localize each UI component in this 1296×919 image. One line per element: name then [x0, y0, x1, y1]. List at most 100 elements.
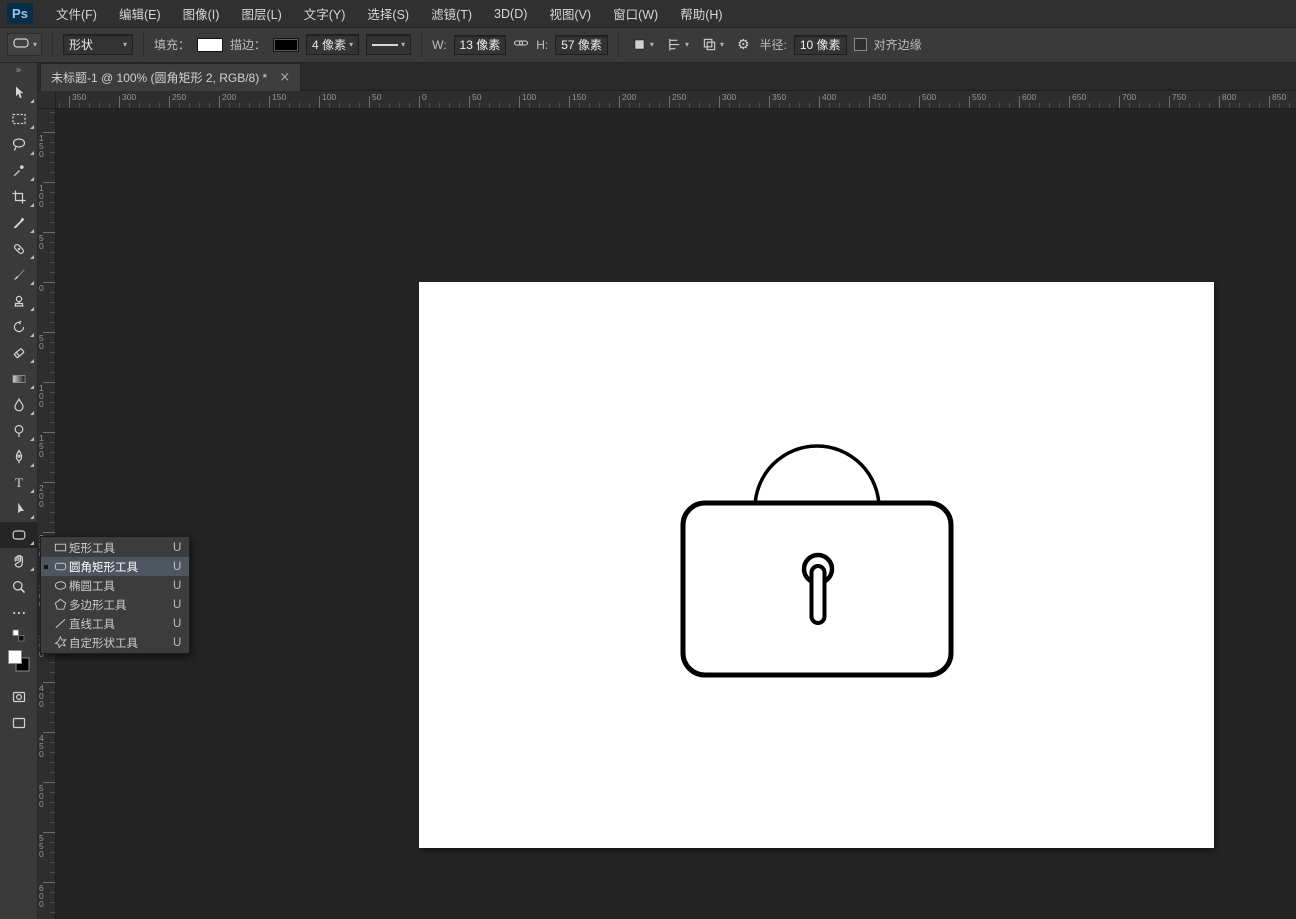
zoom-tool[interactable] — [0, 574, 37, 600]
vertical-ruler[interactable]: 1501005005010015020025030035040045050055… — [37, 108, 56, 919]
menu-help[interactable]: 帮助(H) — [669, 0, 733, 27]
pen-tool[interactable] — [0, 444, 37, 470]
tool-mode-select[interactable]: 形状 ▾ — [63, 34, 134, 55]
foreground-background-swatches[interactable] — [0, 646, 37, 676]
path-alignment-button[interactable]: ▾ — [664, 35, 692, 54]
divider — [52, 32, 54, 57]
gradient-tool[interactable] — [0, 366, 37, 392]
keyhole-stem-shape — [809, 564, 827, 625]
radius-value: 10 像素 — [799, 38, 841, 52]
default-colors-icon — [17, 635, 24, 642]
h-ruler-label: 150 — [572, 92, 587, 102]
type-tool[interactable]: T — [0, 470, 37, 496]
flyout-item-ellipse-tool[interactable]: 椭圆工具 U — [41, 576, 189, 595]
v-ruler-label: 450 — [39, 733, 44, 759]
menu-layer[interactable]: 图层(L) — [230, 0, 292, 27]
menu-window[interactable]: 窗口(W) — [602, 0, 669, 27]
edit-toolbar-button[interactable] — [0, 600, 37, 626]
align-edges-checkbox[interactable] — [853, 38, 867, 51]
flyout-item-rounded-rectangle-tool[interactable]: 圆角矩形工具 U — [41, 557, 189, 576]
menu-edit[interactable]: 编辑(E) — [108, 0, 172, 27]
quick-mask-button[interactable] — [0, 684, 37, 710]
flyout-item-polygon-tool[interactable]: 多边形工具 U — [41, 595, 189, 614]
stamp-icon — [15, 295, 22, 303]
chevron-down-icon: ▾ — [123, 40, 128, 49]
blur-tool[interactable] — [0, 392, 37, 418]
default-colors-button[interactable] — [0, 626, 37, 646]
geometry-options-button[interactable]: ⚙ — [734, 36, 753, 54]
stroke-color-swatch[interactable] — [273, 37, 300, 52]
lock-drawing — [680, 444, 954, 678]
menu-image[interactable]: 图像(I) — [172, 0, 231, 27]
v-ruler-label: 600 — [39, 883, 44, 909]
h-ruler-label: 250 — [672, 92, 687, 102]
flyout-item-rectangle-tool[interactable]: 矩形工具 U — [41, 538, 189, 557]
fill-color-swatch[interactable] — [197, 37, 224, 52]
bandaid-icon — [17, 247, 20, 251]
flyout-item-line-tool[interactable]: 直线工具 U — [41, 614, 189, 633]
lasso-tool[interactable] — [0, 132, 37, 158]
foreground-color-swatch — [7, 650, 22, 664]
shape-height-input[interactable]: 57 像素 — [555, 34, 608, 55]
healing-brush-tool[interactable] — [0, 236, 37, 262]
move-tool[interactable] — [0, 80, 37, 106]
menu-select[interactable]: 选择(S) — [356, 0, 420, 27]
menu-type[interactable]: 文字(Y) — [293, 0, 357, 27]
h-ruler-label: 150 — [272, 92, 287, 102]
rectangular-marquee-tool[interactable] — [0, 106, 37, 132]
shape-width-input[interactable]: 13 像素 — [453, 34, 507, 55]
path-selection-tool[interactable] — [0, 496, 37, 522]
chevron-down-icon: ▾ — [401, 40, 406, 49]
screen-mode-button[interactable] — [0, 710, 37, 736]
rounded-rectangle-tool[interactable] — [0, 522, 37, 548]
stroke-type-select[interactable]: ▾ — [366, 34, 412, 55]
toolbar-collapse-button[interactable]: » — [0, 62, 37, 80]
flyout-item-custom-shape-tool[interactable]: 自定形状工具 U — [41, 633, 189, 652]
clone-stamp-tool[interactable] — [0, 288, 37, 314]
h-ruler-label: 700 — [1122, 92, 1137, 102]
menu-bar: Ps 文件(F) 编辑(E) 图像(I) 图层(L) 文字(Y) 选择(S) 滤… — [0, 0, 1296, 28]
path-arrangement-button[interactable]: ▾ — [699, 35, 727, 54]
h-ruler-label: 650 — [1072, 92, 1087, 102]
h-ruler-label: 850 — [1272, 92, 1287, 102]
radius-input[interactable]: 10 像素 — [793, 34, 847, 55]
h-ruler-label: 300 — [122, 92, 137, 102]
type-icon: T — [15, 475, 23, 490]
menu-3d[interactable]: 3D(D) — [483, 0, 538, 27]
horizontal-ruler[interactable]: 350 300 250 200 150 100 50 0 50 100 150 200 250 300 35… — [55, 90, 1296, 109]
eyedropper-tool[interactable] — [0, 210, 37, 236]
drop-icon — [13, 397, 24, 412]
chevron-down-icon: ▾ — [33, 40, 38, 49]
stroke-width-combo[interactable]: 4 像素 ▾ — [306, 34, 360, 55]
hand-tool[interactable] — [0, 548, 37, 574]
width-label: W: — [432, 37, 447, 52]
shape-height-value: 57 像素 — [561, 38, 602, 52]
eraser-icon — [15, 352, 20, 357]
dodge-tool[interactable] — [0, 418, 37, 444]
h-ruler-label: 50 — [472, 92, 482, 102]
h-ruler-label: 250 — [172, 92, 187, 102]
tool-preset-picker[interactable]: ▾ — [7, 33, 43, 56]
menu-view[interactable]: 视图(V) — [538, 0, 602, 27]
photoshop-window: { "menu_bar": { "logo": "Ps", "items": [… — [0, 0, 1296, 919]
document-canvas[interactable] — [419, 282, 1214, 848]
lock-shackle-shape — [753, 444, 881, 509]
eraser-tool[interactable] — [0, 340, 37, 366]
brush-tool[interactable] — [0, 262, 37, 288]
link-dimensions-icon[interactable] — [513, 35, 529, 54]
menu-filter[interactable]: 滤镜(T) — [420, 0, 483, 27]
v-ruler-label: 150 — [39, 133, 44, 159]
crop-tool[interactable] — [0, 184, 37, 210]
history-brush-tool[interactable] — [0, 314, 37, 340]
gradient-icon — [12, 375, 25, 383]
rectangle-icon — [51, 540, 69, 555]
menu-file[interactable]: 文件(F) — [45, 0, 108, 27]
document-tab[interactable]: 未标题-1 @ 100% (圆角矩形 2, RGB/8) * × — [40, 63, 302, 91]
path-operations-button[interactable]: ▾ — [629, 35, 657, 54]
chevron-down-icon: ▾ — [649, 40, 654, 49]
close-icon[interactable]: × — [279, 71, 290, 84]
divider — [421, 32, 423, 57]
current-tool-marker — [41, 565, 51, 569]
quick-selection-tool[interactable] — [0, 158, 37, 184]
height-label: H: — [536, 37, 549, 52]
